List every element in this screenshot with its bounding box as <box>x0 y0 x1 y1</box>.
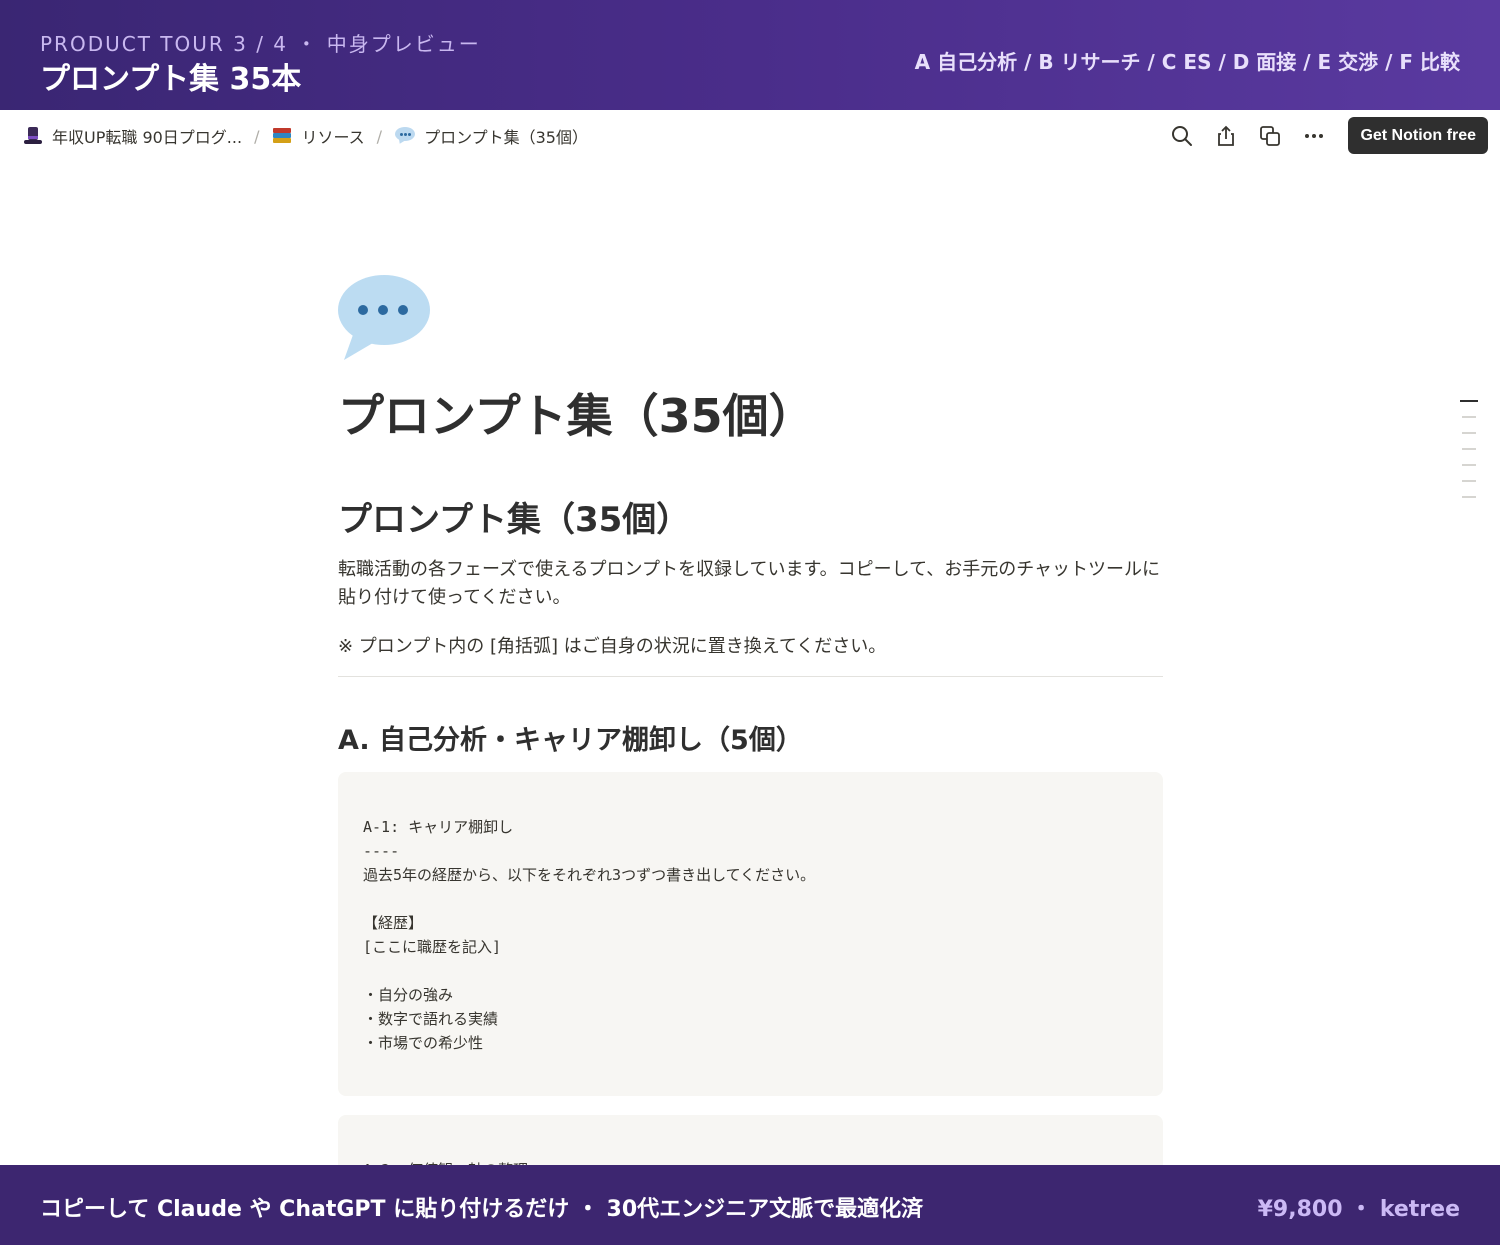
breadcrumb-item-resources[interactable]: リソース <box>271 124 365 148</box>
note-paragraph: ※ プロンプト内の [角括弧] はご自身の状況に置き換えてください。 <box>338 636 887 657</box>
more-icon <box>1305 133 1324 138</box>
toc-item[interactable] <box>1462 496 1476 498</box>
duplicate-icon <box>1260 125 1281 146</box>
books-icon <box>271 125 293 147</box>
divider <box>338 676 1163 677</box>
banner-title: プロンプト集 35本 <box>40 62 302 97</box>
search-icon <box>1172 125 1193 146</box>
topbar-actions: Get Notion free <box>1158 117 1488 154</box>
code-block-a1[interactable]: A-1: キャリア棚卸し ---- 過去5年の経歴から、以下をそれぞれ3つずつ書… <box>338 772 1163 1096</box>
banner-sections: A 自己分析 / B リサーチ / C ES / D 面接 / E 交渉 / F… <box>914 50 1460 74</box>
notion-topbar: 年収UP転職 90日プログ... / リソース / プロンプト集（35個） Ge… <box>0 110 1500 162</box>
breadcrumb-item-program[interactable]: 年収UP転職 90日プログ... <box>22 124 242 148</box>
get-notion-free-button[interactable]: Get Notion free <box>1348 117 1488 154</box>
intro-paragraph: 転職活動の各フェーズで使えるプロンプトを収録しています。コピーして、お手元のチャ… <box>338 559 1161 608</box>
toc-item[interactable] <box>1462 448 1476 450</box>
footer-price: ¥9,800 ・ ketree <box>1257 1197 1460 1222</box>
more-options-button[interactable] <box>1294 118 1334 154</box>
share-button[interactable] <box>1206 118 1246 154</box>
toc-item[interactable] <box>1462 480 1476 482</box>
toc-item[interactable] <box>1462 432 1476 434</box>
promo-banner: PRODUCT TOUR 3 / 4 ・ 中身プレビュー プロンプト集 35本 … <box>0 0 1500 110</box>
heading-1: プロンプト集（35個） <box>338 500 691 540</box>
toc-item[interactable] <box>1462 464 1476 466</box>
breadcrumb-separator: / <box>376 126 383 146</box>
toc-item[interactable] <box>1462 416 1476 418</box>
code-block-text: A-1: キャリア棚卸し ---- 過去5年の経歴から、以下をそれぞれ3つずつ書… <box>363 818 816 1052</box>
speech-balloon-icon[interactable] <box>338 274 432 364</box>
breadcrumb-separator: / <box>254 126 260 146</box>
breadcrumb-label: 年収UP転職 90日プログ... <box>52 128 243 147</box>
breadcrumb: 年収UP転職 90日プログ... / リソース / プロンプト集（35個） <box>22 124 588 148</box>
banner-kicker: PRODUCT TOUR 3 / 4 ・ 中身プレビュー <box>40 32 481 56</box>
breadcrumb-item-prompts[interactable]: プロンプト集（35個） <box>394 124 588 148</box>
breadcrumb-label: リソース <box>301 128 365 147</box>
speech-balloon-icon <box>394 125 416 147</box>
duplicate-button[interactable] <box>1250 118 1290 154</box>
share-icon <box>1218 125 1235 146</box>
footer-tagline: コピーして Claude や ChatGPT に貼り付けるだけ ・ 30代エンジ… <box>40 1197 924 1222</box>
table-of-contents-rail[interactable] <box>1460 400 1478 512</box>
section-heading-a: A. 自己分析・キャリア棚卸し（5個） <box>338 725 803 756</box>
search-button[interactable] <box>1162 118 1202 154</box>
promo-footer: コピーして Claude や ChatGPT に貼り付けるだけ ・ 30代エンジ… <box>0 1165 1500 1245</box>
breadcrumb-label: プロンプト集（35個） <box>424 128 588 147</box>
page-title: プロンプト集（35個） <box>338 389 815 443</box>
top-hat-icon <box>22 125 44 147</box>
toc-item[interactable] <box>1460 400 1478 402</box>
